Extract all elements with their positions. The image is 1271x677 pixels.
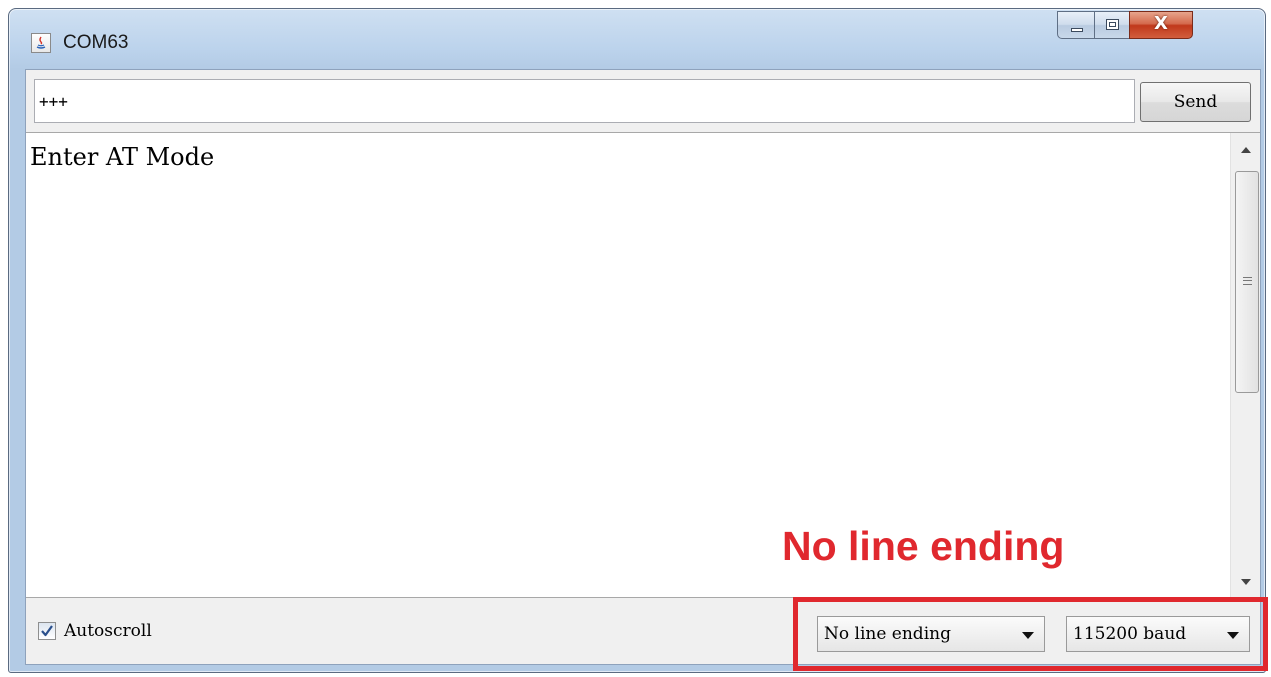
java-app-icon — [31, 33, 51, 53]
serial-output-text: Enter AT Mode — [30, 143, 215, 171]
scroll-up-icon[interactable] — [1231, 133, 1261, 165]
serial-monitor-window: COM63 X Send Enter AT Mode — [8, 8, 1266, 673]
grip-icon — [1243, 277, 1252, 285]
close-button[interactable]: X — [1129, 11, 1193, 39]
maximize-icon — [1106, 19, 1119, 30]
minimize-icon — [1071, 28, 1083, 32]
send-button[interactable]: Send — [1140, 82, 1251, 122]
autoscroll-checkbox[interactable] — [38, 622, 56, 640]
maximize-button[interactable] — [1094, 11, 1130, 39]
serial-input[interactable] — [34, 79, 1135, 123]
annotation-label: No line ending — [782, 523, 1065, 569]
serial-output-panel[interactable]: Enter AT Mode — [26, 132, 1260, 598]
minimize-button[interactable] — [1057, 11, 1095, 39]
output-scrollbar[interactable] — [1230, 133, 1260, 597]
scrollbar-thumb[interactable] — [1235, 171, 1259, 393]
window-title: COM63 — [63, 32, 129, 53]
autoscroll-label: Autoscroll — [64, 621, 152, 641]
close-icon: X — [1154, 13, 1168, 34]
annotation-highlight-box — [793, 597, 1268, 671]
serial-monitor-client: Send Enter AT Mode — [25, 69, 1261, 665]
checkmark-icon — [41, 625, 53, 637]
scroll-down-icon[interactable] — [1231, 565, 1261, 597]
title-bar[interactable]: COM63 X — [9, 9, 1265, 69]
